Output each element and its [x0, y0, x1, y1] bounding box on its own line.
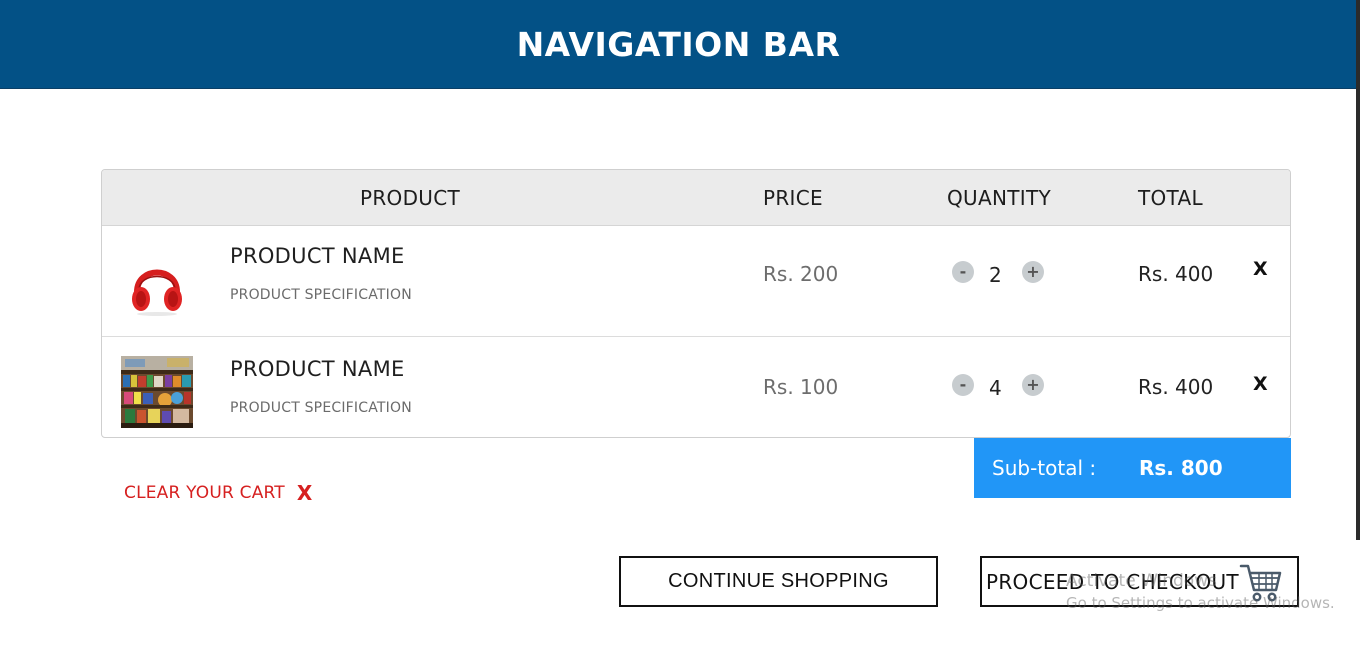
header-price: PRICE: [763, 186, 823, 210]
activate-windows-watermark: Activate Windows: [1066, 571, 1217, 591]
row-total: Rs. 400: [1138, 262, 1214, 286]
quantity-increase-button[interactable]: +: [1022, 374, 1044, 396]
quantity-decrease-button[interactable]: -: [952, 261, 974, 283]
row-total: Rs. 400: [1138, 375, 1214, 399]
quantity-value: 2: [989, 263, 1002, 287]
subtotal-label: Sub-total :: [992, 456, 1097, 480]
cart-row: PRODUCT NAME PRODUCT SPECIFICATION Rs. 2…: [102, 226, 1290, 337]
navigation-bar: NAVIGATION BAR: [0, 0, 1357, 89]
header-product: PRODUCT: [360, 186, 461, 210]
remove-item-button[interactable]: X: [1253, 258, 1268, 280]
subtotal-value: Rs. 800: [1139, 456, 1223, 480]
product-price: Rs. 100: [763, 375, 839, 399]
continue-shopping-button[interactable]: CONTINUE SHOPPING: [619, 556, 938, 607]
cart-table: PRODUCT PRICE QUANTITY TOTAL PRODUCT NAM…: [101, 169, 1291, 438]
clear-cart-button[interactable]: CLEAR YOUR CART X: [124, 481, 313, 505]
product-specification: PRODUCT SPECIFICATION: [230, 287, 412, 303]
activate-windows-subtext: Go to Settings to activate Windows.: [1066, 594, 1335, 612]
quantity-decrease-button[interactable]: -: [952, 374, 974, 396]
quantity-increase-button[interactable]: +: [1022, 261, 1044, 283]
store-shelves-image: [121, 356, 193, 428]
close-icon: X: [296, 481, 313, 505]
header-quantity: QUANTITY: [947, 186, 1051, 210]
clear-cart-label: CLEAR YOUR CART: [124, 483, 285, 503]
remove-item-button[interactable]: X: [1253, 373, 1268, 395]
table-header: PRODUCT PRICE QUANTITY TOTAL: [102, 170, 1290, 226]
quantity-value: 4: [989, 376, 1002, 400]
window-edge-scrollbar[interactable]: [1356, 0, 1360, 540]
product-specification: PRODUCT SPECIFICATION: [230, 400, 412, 416]
header-total: TOTAL: [1138, 186, 1203, 210]
product-price: Rs. 200: [763, 262, 839, 286]
navigation-bar-title: NAVIGATION BAR: [516, 24, 841, 64]
product-name[interactable]: PRODUCT NAME: [230, 244, 405, 268]
cart-row: PRODUCT NAME PRODUCT SPECIFICATION Rs. 1…: [102, 337, 1290, 437]
red-headphones-image: [121, 252, 193, 324]
product-name[interactable]: PRODUCT NAME: [230, 357, 405, 381]
subtotal-box: Sub-total : Rs. 800: [974, 438, 1291, 498]
